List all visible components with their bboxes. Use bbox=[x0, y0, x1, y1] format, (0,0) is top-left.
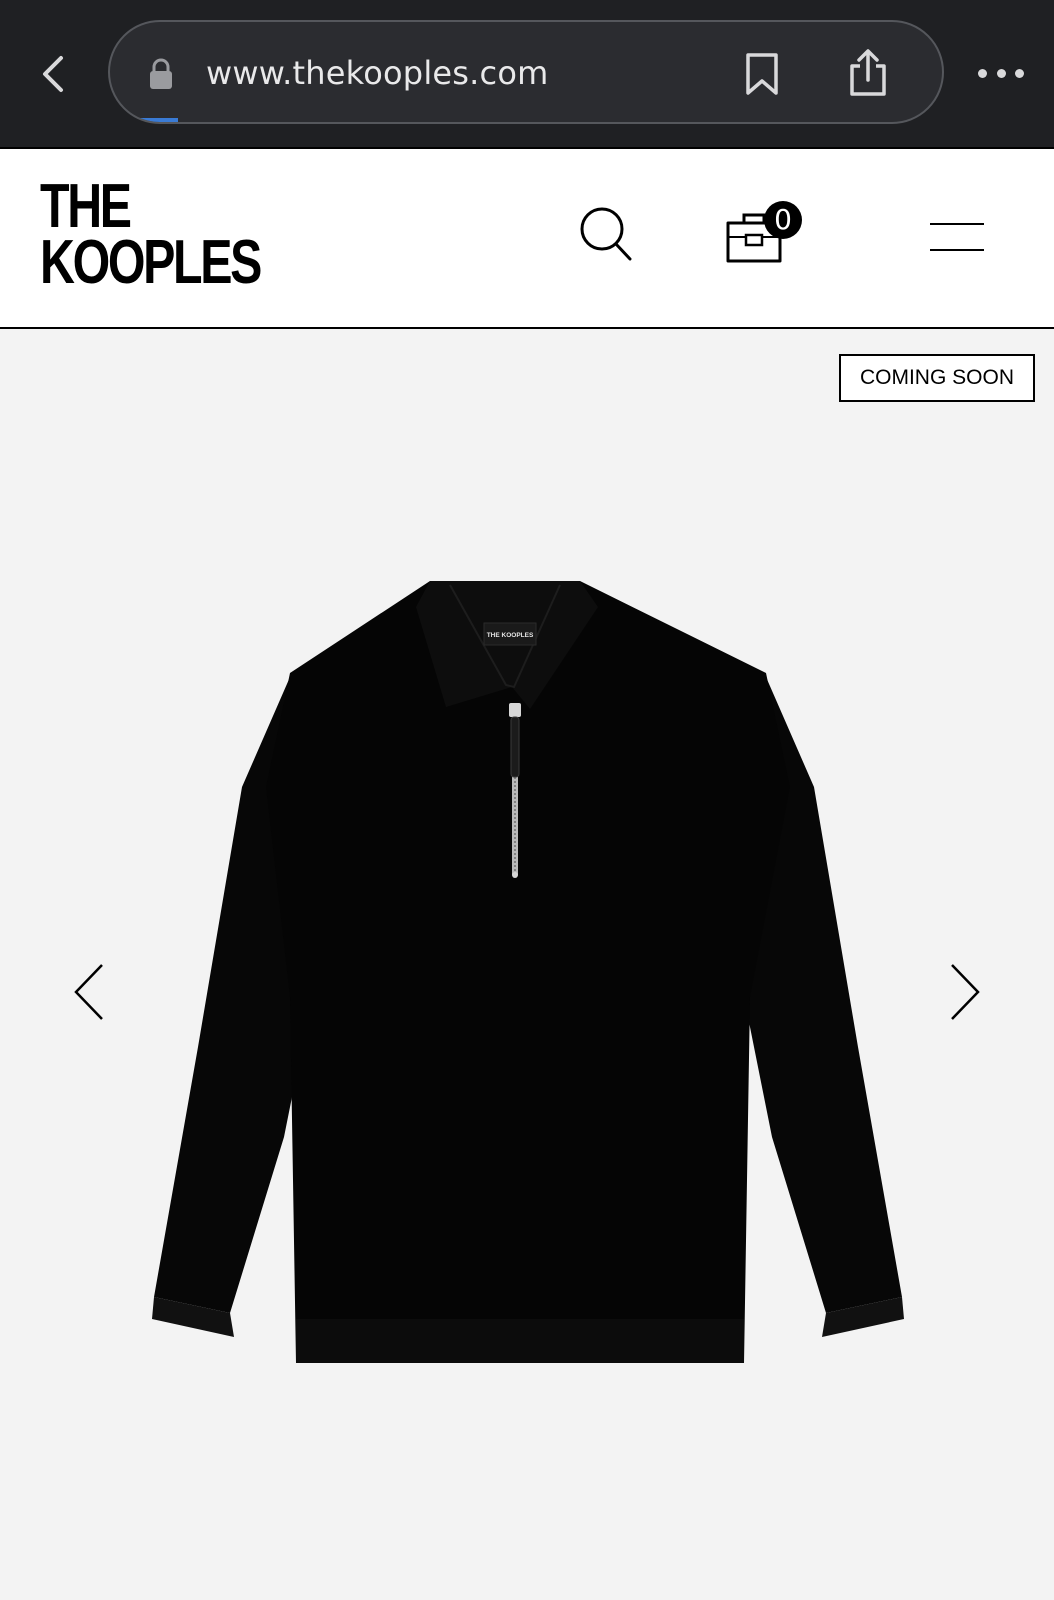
share-icon[interactable] bbox=[846, 48, 890, 98]
browser-toolbar: www.thekooples.com bbox=[0, 0, 1054, 147]
url-text[interactable]: www.thekooples.com bbox=[206, 54, 549, 92]
product-label-text: THE KOOPLES bbox=[487, 632, 534, 639]
product-gallery: COMING SOON THE KOOPLES bbox=[0, 329, 1054, 1600]
address-bar[interactable]: www.thekooples.com bbox=[108, 20, 944, 124]
more-options-button[interactable] bbox=[978, 60, 1024, 86]
more-icon bbox=[978, 68, 987, 78]
cart-count-badge: 0 bbox=[764, 201, 802, 239]
chevron-right-icon[interactable] bbox=[938, 957, 990, 1027]
lock-icon bbox=[150, 58, 172, 89]
search-icon[interactable] bbox=[578, 205, 634, 265]
browser-back-button[interactable] bbox=[34, 52, 70, 96]
cart-button[interactable]: 0 bbox=[724, 201, 808, 271]
brand-logo[interactable]: THE KOOPLES bbox=[40, 172, 262, 297]
chevron-left-icon[interactable] bbox=[64, 957, 116, 1027]
product-image[interactable]: THE KOOPLES bbox=[150, 577, 910, 1377]
chevron-left-icon bbox=[43, 56, 63, 92]
site-header: THE KOOPLES 0 bbox=[0, 147, 1054, 329]
logo-line-1: THE bbox=[40, 172, 132, 241]
bookmark-icon[interactable] bbox=[744, 52, 780, 96]
logo-line-2: KOOPLES bbox=[40, 228, 262, 297]
hamburger-menu-icon[interactable] bbox=[930, 219, 986, 259]
coming-soon-badge: COMING SOON bbox=[839, 354, 1035, 402]
page-load-progress bbox=[140, 118, 178, 122]
